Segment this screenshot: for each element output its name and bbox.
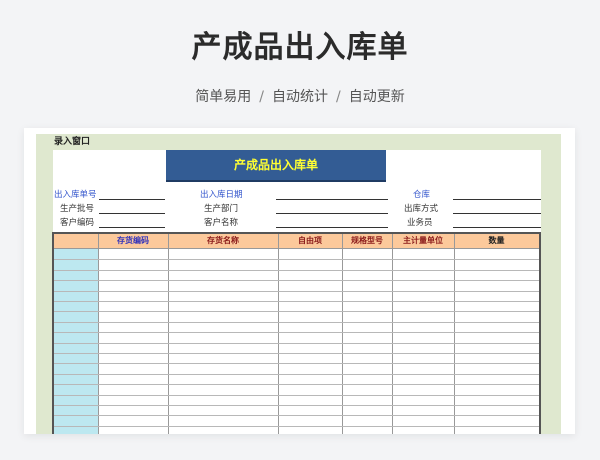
- table-row[interactable]: [54, 394, 539, 396]
- customer-code-field[interactable]: [99, 227, 165, 228]
- table-row[interactable]: [54, 342, 539, 344]
- column-divider: [392, 234, 393, 434]
- table-row[interactable]: [54, 269, 539, 271]
- label-customer-code: 客户编码: [60, 218, 95, 228]
- table-row[interactable]: [54, 321, 539, 323]
- subtitle-item-stats: 自动统计: [272, 89, 328, 105]
- date-field[interactable]: [276, 199, 388, 200]
- column-divider: [98, 234, 99, 434]
- label-outbound-method: 出库方式: [404, 204, 439, 214]
- col-header-unit: 主计量单位: [403, 236, 443, 245]
- customer-name-field[interactable]: [276, 227, 388, 228]
- table-row[interactable]: [54, 363, 539, 365]
- col-header-free-item: 自由项: [298, 236, 322, 245]
- page-title: 产成品出入库单: [191, 30, 409, 65]
- label-salesperson: 业务员: [407, 218, 433, 228]
- col-header-item-name: 存货名称: [207, 236, 239, 245]
- window-left-edge: [36, 150, 53, 434]
- table-row[interactable]: [54, 290, 539, 292]
- salesperson-field[interactable]: [453, 227, 541, 228]
- col-header-index: [54, 234, 98, 248]
- detail-table: 存货编码 存货名称 自由项 规格型号 主计量单位 数量: [52, 232, 541, 434]
- label-order-no: 出入库单号: [54, 190, 97, 200]
- row-index-column: [54, 249, 98, 434]
- table-row[interactable]: [54, 405, 539, 406]
- column-divider: [278, 234, 279, 434]
- outbound-method-field[interactable]: [453, 213, 541, 214]
- col-header-item-code: 存货编码: [117, 236, 149, 245]
- label-customer-name: 客户名称: [204, 218, 239, 228]
- spreadsheet-preview: 录入窗口 产成品出入库单 出入库单号 生产批号 客户编码 出入库日期 生产部门 …: [24, 128, 575, 434]
- batch-no-field[interactable]: [99, 213, 165, 214]
- col-header-quantity: 数量: [488, 236, 505, 245]
- subtitle: 简单易用 / 自动统计 / 自动更新: [0, 86, 600, 106]
- table-row[interactable]: [54, 280, 539, 282]
- table-row[interactable]: [54, 353, 539, 354]
- label-department: 生产部门: [204, 204, 239, 214]
- table-row[interactable]: [54, 332, 539, 334]
- col-header-spec: 规格型号: [351, 236, 383, 245]
- label-warehouse: 仓库: [413, 190, 431, 200]
- column-divider: [342, 234, 343, 434]
- table-row[interactable]: [54, 384, 539, 386]
- table-row[interactable]: [54, 301, 539, 302]
- entry-window-bar: 录入窗口: [36, 134, 561, 150]
- window-right-edge: [541, 150, 561, 434]
- label-date: 出入库日期: [200, 190, 243, 200]
- table-header-row: 存货编码 存货名称 自由项 规格型号 主计量单位 数量: [54, 234, 539, 249]
- form-title: 产成品出入库单: [166, 150, 386, 182]
- subtitle-item-easy: 简单易用: [195, 89, 252, 105]
- subtitle-item-update: 自动更新: [348, 89, 405, 105]
- label-batch-no: 生产批号: [60, 204, 95, 214]
- table-row[interactable]: [54, 425, 539, 427]
- department-field[interactable]: [276, 213, 388, 214]
- table-row[interactable]: [54, 373, 539, 375]
- column-divider: [454, 234, 455, 434]
- subtitle-separator: /: [336, 89, 341, 105]
- order-no-field[interactable]: [99, 199, 165, 200]
- subtitle-separator: /: [259, 89, 264, 105]
- warehouse-field[interactable]: [453, 199, 541, 200]
- column-divider: [168, 234, 169, 434]
- table-row[interactable]: [54, 259, 539, 261]
- table-row[interactable]: [54, 415, 539, 417]
- table-row[interactable]: [54, 311, 539, 313]
